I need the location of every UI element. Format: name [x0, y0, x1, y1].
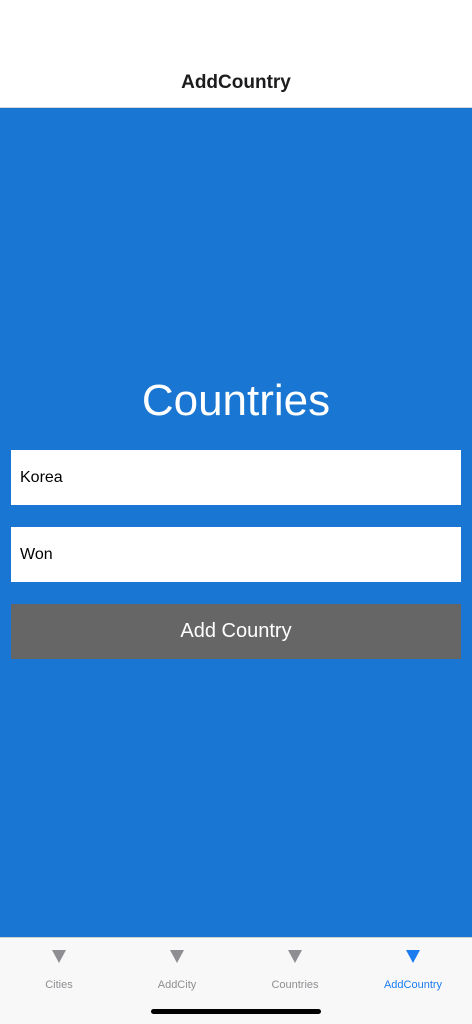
triangle-down-icon — [288, 950, 302, 963]
navigation-header: AddCountry — [0, 0, 472, 108]
tab-addcountry[interactable]: AddCountry — [354, 938, 472, 996]
tab-cities[interactable]: Cities — [0, 938, 118, 996]
triangle-down-icon — [406, 950, 420, 963]
tab-addcity[interactable]: AddCity — [118, 938, 236, 996]
triangle-down-icon — [170, 950, 184, 963]
tab-label: Cities — [45, 979, 73, 991]
app-screen: AddCountry Countries Add Country Cities … — [0, 0, 472, 1024]
tab-countries[interactable]: Countries — [236, 938, 354, 996]
tab-label: AddCity — [157, 979, 197, 991]
triangle-down-icon — [52, 950, 66, 963]
home-indicator[interactable] — [151, 1009, 321, 1014]
tab-label: AddCountry — [383, 979, 443, 991]
form-heading: Countries — [141, 376, 331, 425]
page-title: AddCountry — [181, 72, 291, 93]
country-name-input[interactable] — [11, 450, 461, 505]
add-country-form: Countries Add Country — [0, 108, 472, 937]
currency-input[interactable] — [11, 527, 461, 582]
tab-label: Countries — [271, 979, 319, 991]
add-country-button[interactable]: Add Country — [11, 604, 461, 659]
